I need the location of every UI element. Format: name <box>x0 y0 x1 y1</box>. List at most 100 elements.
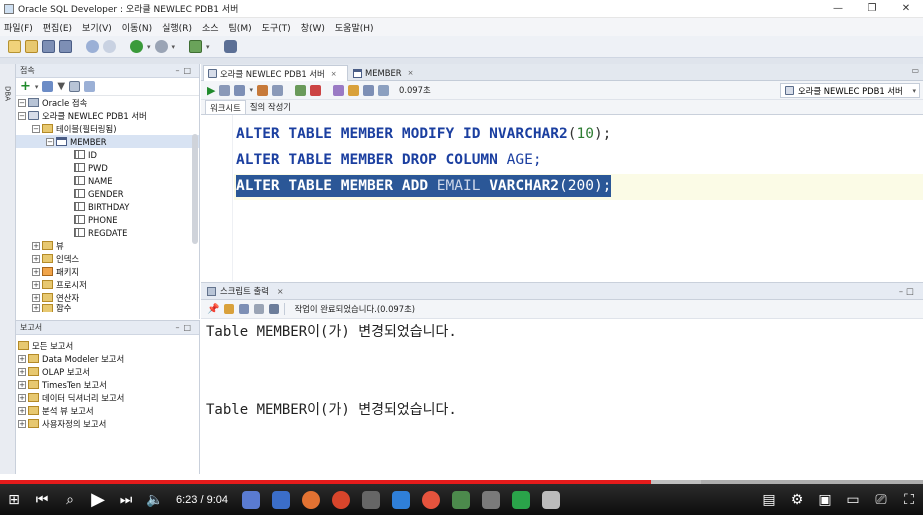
tree-item-indexes[interactable]: + 인덱스 <box>16 252 199 265</box>
report-item-data-modeler[interactable]: + Data Modeler 보고서 <box>16 352 199 365</box>
menu-source[interactable]: 소스 <box>202 21 219 34</box>
menu-run[interactable]: 실행(R) <box>162 21 192 34</box>
worksheet-dropdown-icon[interactable]: ▾ <box>206 43 210 51</box>
browser-icon[interactable] <box>332 490 350 509</box>
menu-file[interactable]: 파일(F) <box>4 21 33 34</box>
dba-tab[interactable]: DBA <box>1 78 14 108</box>
sql-editor[interactable]: ALTER TABLE MEMBER MODIFY ID NVARCHAR2(1… <box>201 115 923 281</box>
autotrace-icon[interactable] <box>294 84 306 96</box>
browser-icon[interactable] <box>302 490 320 509</box>
tree-item-connection[interactable]: − 오라클 NEWLEC PDB1 서버 <box>16 109 199 122</box>
report-item-olap[interactable]: + OLAP 보고서 <box>16 365 199 378</box>
tab-worksheet[interactable]: 워크시트 <box>205 100 246 114</box>
commit-icon[interactable] <box>234 84 246 96</box>
minimize-button[interactable]: — <box>821 3 855 14</box>
tree-item-column-regdate[interactable]: REGDATE <box>16 226 199 239</box>
previous-icon[interactable]: ⏮ <box>34 492 50 508</box>
save-all-icon[interactable] <box>59 40 72 53</box>
search-icon[interactable]: ⌕ <box>62 492 78 508</box>
tab-query-builder[interactable]: 질의 작성기 <box>246 100 295 114</box>
tree-item-packages[interactable]: + 패키지 <box>16 265 199 278</box>
back-icon[interactable] <box>130 40 143 53</box>
settings-gear-icon[interactable]: ⚙ <box>789 492 805 508</box>
save-output-icon[interactable] <box>239 304 250 314</box>
report-item-analytic-view[interactable]: + 분석 뷰 보고서 <box>16 404 199 417</box>
report-item-all[interactable]: 모든 보고서 <box>16 339 199 352</box>
tab-list-icon[interactable]: ▭ <box>911 66 919 75</box>
collapse-icon[interactable] <box>84 81 96 92</box>
run-script-icon[interactable] <box>219 84 231 96</box>
sql-tuning-icon[interactable] <box>332 84 344 96</box>
reports-panel-controls[interactable]: –□ <box>175 323 195 332</box>
script-output-area[interactable]: Table MEMBER이(가) 변경되었습니다. Table MEMBER이(… <box>201 319 923 474</box>
tree-item-column-name[interactable]: NAME <box>16 174 199 187</box>
report-item-user-defined[interactable]: + 사용자정의 보고서 <box>16 417 199 430</box>
connection-selector[interactable]: 오라클 NEWLEC PDB1 서버 ▾ <box>780 83 920 98</box>
filter-icon[interactable]: ▼ <box>57 81 65 92</box>
panel-controls[interactable]: –□ <box>175 66 195 75</box>
volume-icon[interactable]: 🔈 <box>146 492 163 508</box>
tree-item-operators[interactable]: + 연산자 <box>16 291 199 304</box>
menu-edit[interactable]: 편집(E) <box>43 21 72 34</box>
format-icon[interactable] <box>377 84 389 96</box>
menu-view[interactable]: 보기(V) <box>82 21 112 34</box>
tree-item-tables[interactable]: − 테이블(필터링됨) <box>16 122 199 135</box>
tree-scrollbar[interactable] <box>192 134 198 244</box>
maximize-button[interactable]: ❐ <box>855 3 889 14</box>
add-dropdown-icon[interactable]: ▾ <box>35 83 39 91</box>
subtitles-icon[interactable]: ▤ <box>761 492 777 508</box>
miniplayer-icon[interactable]: ▣ <box>817 492 833 508</box>
menu-tools[interactable]: 도구(T) <box>262 21 291 34</box>
forward-dropdown-icon[interactable]: ▾ <box>172 43 176 51</box>
close-tab-icon[interactable]: × <box>331 70 337 78</box>
theater-mode-icon[interactable]: ▭ <box>845 492 861 508</box>
tree-item-column-pwd[interactable]: PWD <box>16 161 199 174</box>
tree-item-views[interactable]: + 뷰 <box>16 239 199 252</box>
start-icon[interactable]: ⊞ <box>6 492 22 508</box>
taskbar-app-icon[interactable] <box>452 490 470 509</box>
clear-icon[interactable] <box>309 84 321 96</box>
tab-worksheet-connection[interactable]: 오라클 NEWLEC PDB1 서버 × <box>203 65 348 81</box>
play-icon[interactable]: ▶ <box>90 490 106 508</box>
back-dropdown-icon[interactable]: ▾ <box>147 43 151 51</box>
pin-icon[interactable]: 📌 <box>207 304 219 315</box>
refresh-icon[interactable] <box>42 81 54 92</box>
sql-worksheet-icon[interactable] <box>189 40 203 53</box>
explain-plan-icon[interactable] <box>271 84 283 96</box>
tree-item-column-gender[interactable]: GENDER <box>16 187 199 200</box>
open-folder-icon[interactable] <box>25 40 38 53</box>
report-item-timesten[interactable]: + TimesTen 보고서 <box>16 378 199 391</box>
add-connection-icon[interactable]: + <box>20 80 31 93</box>
sql-developer-taskbar-icon[interactable] <box>542 490 560 509</box>
menu-team[interactable]: 팀(M) <box>229 21 252 34</box>
eraser-icon[interactable] <box>347 84 359 96</box>
tree-item-column-birthday[interactable]: BIRTHDAY <box>16 200 199 213</box>
tree-item-member-table[interactable]: − MEMBER <box>16 135 199 148</box>
save-icon[interactable] <box>42 40 55 53</box>
clear-output-icon[interactable] <box>224 304 235 314</box>
run-statement-icon[interactable]: ▶ <box>207 84 215 97</box>
taskbar-app-icon[interactable] <box>272 490 290 509</box>
taskbar-app-icon[interactable] <box>482 490 500 509</box>
close-tab-icon[interactable]: × <box>408 69 414 77</box>
tree-item-procedures[interactable]: + 프로시저 <box>16 278 199 291</box>
taskbar-app-icon[interactable] <box>512 490 530 509</box>
tree-item-functions[interactable]: + 함수 <box>16 304 199 312</box>
undo-icon[interactable] <box>86 40 99 53</box>
close-button[interactable]: ✕ <box>889 3 923 14</box>
chrome-icon[interactable] <box>422 490 440 509</box>
schema-browser-icon[interactable] <box>69 81 81 92</box>
redo-icon[interactable] <box>103 40 116 53</box>
tree-item-oracle-connections[interactable]: − Oracle 접속 <box>16 96 199 109</box>
tab-member[interactable]: MEMBER × <box>349 65 421 81</box>
report-item-data-dictionary[interactable]: + 데이터 딕셔너리 보고서 <box>16 391 199 404</box>
new-file-icon[interactable] <box>8 40 21 53</box>
cast-icon[interactable]: ⎚ <box>873 492 889 508</box>
menu-help[interactable]: 도움말(H) <box>335 21 374 34</box>
print-icon[interactable] <box>254 304 265 314</box>
forward-icon[interactable] <box>154 40 168 53</box>
rollback-icon[interactable] <box>256 84 268 96</box>
fullscreen-icon[interactable]: ⛶ <box>901 492 917 508</box>
menu-window[interactable]: 창(W) <box>301 21 325 34</box>
taskbar-app-icon[interactable] <box>242 490 260 509</box>
